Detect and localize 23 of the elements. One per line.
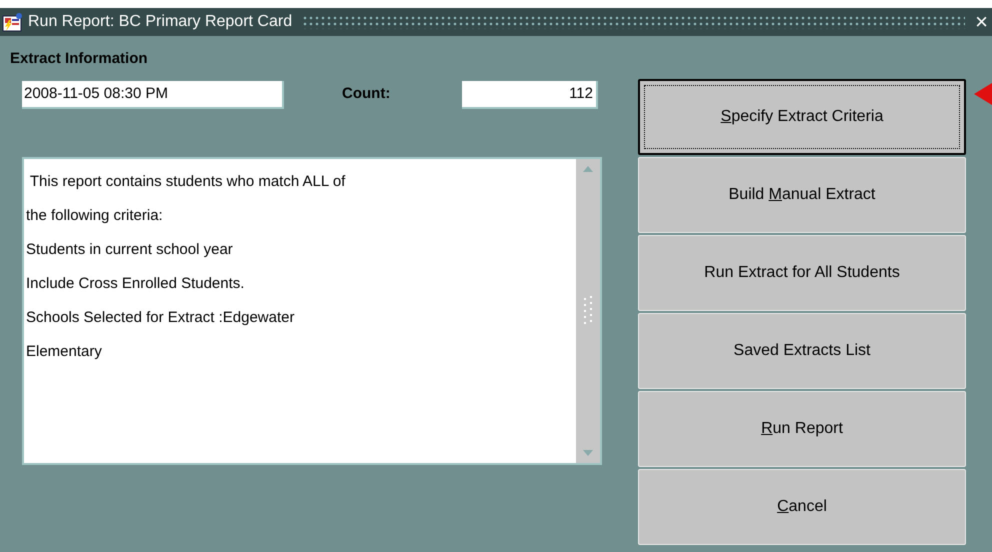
action-button[interactable]: Specify Extract Criteria (638, 79, 966, 155)
criteria-text-area[interactable]: This report contains students who match ALL of the following criteria: Students in current school year Include Cross Enrolled Students. Schools Selected for Extract :Edgewater Elementary (22, 156, 602, 464)
action-button[interactable]: Saved Extracts List (638, 313, 966, 389)
date-field[interactable]: 2008-11-05 08:30 PM (22, 80, 284, 108)
criteria-line: Include Cross Enrolled Students. (26, 274, 246, 294)
criteria-line: Elementary (26, 342, 103, 362)
close-button[interactable]: × (975, 11, 988, 33)
scroll-bar[interactable] (576, 158, 600, 462)
action-button[interactable]: Run Report (638, 391, 966, 467)
count-label: Count: (342, 84, 392, 104)
criteria-line: the following criteria: (26, 206, 164, 226)
criteria-line: This report contains students who match ALL of (28, 172, 346, 192)
action-button[interactable]: Build Manual Extract (638, 157, 966, 233)
criteria-line: Students in current school year (26, 240, 234, 260)
criteria-line: Schools Selected for Extract :Edgewater (26, 308, 296, 328)
action-button[interactable]: Cancel (638, 469, 966, 545)
window-title: Run Report: BC Primary Report Card (28, 12, 292, 32)
action-button[interactable]: Run Extract for All Students (638, 235, 966, 311)
grip-icon[interactable] (582, 296, 594, 326)
app-icon (2, 12, 24, 32)
pointer-arrow-icon (974, 83, 992, 105)
section-title: Extract Information (10, 49, 149, 69)
count-field[interactable]: 112 (462, 80, 598, 108)
